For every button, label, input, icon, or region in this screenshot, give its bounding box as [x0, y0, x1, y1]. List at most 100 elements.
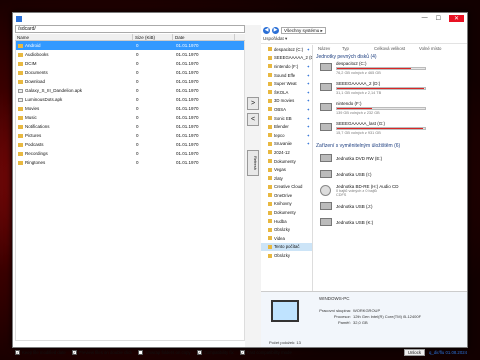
refresh-button[interactable]: Refresh [247, 150, 259, 176]
nav-item[interactable]: Sound Effe ✦ [261, 71, 312, 80]
file-name-cell: Download [16, 79, 134, 84]
nav-item[interactable]: Super Weat ✦ [261, 79, 312, 88]
removable-drive-icon [320, 202, 332, 210]
forward-arrow-icon[interactable]: ▶ [272, 26, 279, 34]
nav-item[interactable]: Knihovny [261, 200, 312, 209]
nav-item[interactable]: Blender ✦ [261, 122, 312, 131]
back-arrow-icon[interactable]: ◀ [263, 26, 270, 34]
minimize-button[interactable]: — [422, 15, 428, 22]
table-row[interactable]: Ringtones 0 01.01.1970 [16, 158, 244, 167]
checkbox[interactable]: ✓ [196, 350, 202, 355]
table-row[interactable]: Android 0 01.01.1970 [16, 41, 244, 50]
table-row[interactable]: DCIM 0 01.01.1970 [16, 59, 244, 68]
file-name: LuminousDots.apk [25, 97, 63, 102]
checkbox[interactable]: ✓ [239, 350, 245, 355]
cd-icon [320, 184, 331, 196]
maximize-button[interactable]: ☐ [436, 15, 441, 22]
removable-drive-icon [320, 218, 332, 226]
organize-menu[interactable]: Uspořádat ▾ [263, 36, 287, 42]
drive-item[interactable]: nintendo (F:) 139 GB volných z 232 GB [314, 101, 467, 121]
nav-item[interactable]: Sruvaniie ✦ [261, 140, 312, 149]
table-row[interactable]: Download 0 01.01.1970 [16, 77, 244, 86]
nav-item[interactable]: Videa [261, 234, 312, 243]
version-link[interactable]: q_dir/flu 01.08.2024 [429, 350, 467, 355]
nav-item[interactable]: Sonic EB ✦ [261, 114, 312, 123]
nav-item[interactable]: 3D movies ✦ [261, 97, 312, 106]
file-size: 0 [136, 61, 139, 66]
file-date: 01.01.1970 [176, 88, 199, 93]
nav-item[interactable]: SEEEGAAAAA_2 (D:)✦ [261, 54, 312, 63]
device-list-header: Name Size (KiB) Date [15, 34, 245, 41]
nav-item[interactable]: nintendo (F:) ✦ [261, 62, 312, 71]
file-size: 0 [136, 133, 139, 138]
close-button[interactable]: ✕ [448, 15, 464, 22]
nav-item[interactable]: Obrázky [261, 251, 312, 260]
table-row[interactable]: LuminousDots.apk 0 01.01.1970 [16, 95, 244, 104]
address-bar[interactable]: Všechny systému ▸ [281, 26, 326, 34]
nav-item[interactable]: Dokumenty [261, 157, 312, 166]
table-row[interactable]: Recordings 0 01.01.1970 [16, 149, 244, 158]
file-size: 0 [136, 43, 139, 48]
table-row[interactable]: Podcasts 0 01.01.1970 [16, 140, 244, 149]
option-checkbox[interactable]: ✓ Compatibility fix [196, 350, 234, 355]
nav-item[interactable]: OneDrive [261, 191, 312, 200]
nav-item[interactable]: Tento počítač [261, 242, 312, 252]
option-checkbox[interactable]: ✓ Fast compatibility mode [239, 350, 292, 355]
file-name: Audiobooks [25, 52, 49, 57]
nav-item[interactable]: zlaty [261, 174, 312, 183]
device-path-field[interactable]: /sdcard/ [15, 25, 245, 33]
checkbox[interactable]: ✓ [71, 350, 77, 355]
drive-item[interactable]: despacito2 (C:) 76,2 GB volných z 465 GB [314, 61, 467, 81]
device-item[interactable]: Jednotka USB (K:) [314, 214, 467, 230]
col-nazev[interactable]: Název [314, 46, 342, 51]
table-row[interactable]: Movies 0 01.01.1970 [16, 104, 244, 113]
table-row[interactable]: Pictures 0 01.01.1970 [16, 131, 244, 140]
push-button[interactable]: > [247, 97, 259, 110]
pull-button[interactable]: < [247, 113, 259, 126]
nav-item[interactable]: OBSA ✦ [261, 105, 312, 114]
option-checkbox[interactable]: ✓ Keep file modified date [15, 350, 66, 355]
col-typ[interactable]: Typ [342, 46, 374, 51]
table-row[interactable]: Music 0 01.01.1970 [16, 113, 244, 122]
nav-item[interactable]: ŠKOLA ✦ [261, 88, 312, 97]
drive-item[interactable]: SEEEGAAAAA_last (G:) 15,7 GB volných z 93… [314, 121, 467, 141]
table-row[interactable]: Notifications 0 01.01.1970 [16, 122, 244, 131]
drive-item[interactable]: SEEEGAAAAA_2 (D:) 31,1 GB volných z 2,14 … [314, 81, 467, 101]
nav-item[interactable]: 2024-12 [261, 148, 312, 157]
column-date[interactable]: Date [173, 34, 235, 40]
computer-view: Název Typ Celková velikost Volné místo J… [314, 45, 467, 291]
hard-drive-icon [320, 103, 332, 111]
table-row[interactable]: Audiobooks 0 01.01.1970 [16, 50, 244, 59]
checkbox[interactable]: ✓ [15, 350, 20, 355]
table-row[interactable]: Galaxy_S_III_Dandelion.apk 0 01.01.1970 [16, 86, 244, 95]
nav-item[interactable]: despacito2 (C:) ✦ [261, 45, 312, 54]
col-volne[interactable]: Volné místo [419, 46, 441, 51]
removable-devices-group[interactable]: Zařízení s vyměnitelným úložištěm (6) [316, 143, 467, 149]
checkbox[interactable] [138, 350, 144, 355]
device-item[interactable]: Jednotka DVD RW (E:) [314, 150, 467, 166]
unlock-button[interactable]: Unlock [403, 349, 425, 356]
nav-item[interactable]: Dokumenty [261, 208, 312, 217]
nav-item[interactable]: Vegas [261, 165, 312, 174]
nav-item[interactable]: Hudba [261, 217, 312, 226]
device-item[interactable]: Jednotka USB (I:) [314, 166, 467, 182]
nav-label: Obrázky [274, 227, 290, 233]
file-name-cell: Documents [16, 70, 134, 75]
nav-item[interactable]: Creative Cloud [261, 183, 312, 192]
computer-icon [271, 300, 299, 322]
nav-label: SEEEGAAAAA_2 (D:) [274, 55, 312, 61]
option-checkbox[interactable]: ✓ Preview files on double click [71, 350, 132, 355]
column-name[interactable]: Name [15, 34, 133, 40]
device-item[interactable]: Jednotka BD-RE (H:) Audio CD 0 bajtů voln… [314, 182, 467, 198]
nav-item[interactable]: Obrázky [261, 225, 312, 234]
device-item[interactable]: Jednotka USB (J:) [314, 198, 467, 214]
folder-icon [268, 141, 272, 146]
hard-drives-group[interactable]: Jednotky pevných disků (4) [316, 54, 467, 60]
col-celkova[interactable]: Celková velikost [374, 46, 419, 51]
navigation-tree[interactable]: despacito2 (C:)✦SEEEGAAAAA_2 (D:)✦ninten… [261, 45, 313, 291]
option-checkbox[interactable]: Unwrap folders on copy [138, 350, 191, 355]
table-row[interactable]: Documents 0 01.01.1970 [16, 68, 244, 77]
nav-item[interactable]: tepco ✦ [261, 131, 312, 140]
column-size[interactable]: Size (KiB) [133, 34, 173, 40]
device-file-list[interactable]: Android 0 01.01.1970 Audiobooks 0 01.01.1970 D… [15, 41, 245, 341]
